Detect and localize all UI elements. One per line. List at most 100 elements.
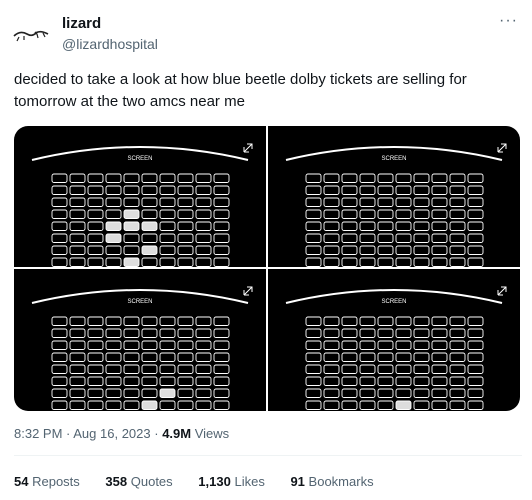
seat-sold [123, 209, 140, 219]
seat-available [141, 352, 158, 362]
avatar[interactable] [10, 14, 52, 56]
seat-sold [141, 245, 158, 255]
seat-available [359, 364, 376, 374]
seat-available [341, 257, 358, 267]
seat-available [123, 364, 140, 374]
seat-available [341, 352, 358, 362]
seat-available [141, 233, 158, 243]
seat-available [213, 197, 230, 207]
reposts-link[interactable]: 54 Reposts [14, 474, 80, 489]
seat-available [305, 376, 322, 386]
bookmarks-label: Bookmarks [308, 474, 374, 489]
seat-available [449, 233, 466, 243]
seat-available [467, 364, 484, 374]
seat-available [105, 316, 122, 326]
likes-label: Likes [234, 474, 265, 489]
seat-available [105, 185, 122, 195]
seat-available [87, 221, 104, 231]
seat-available [305, 352, 322, 362]
seat-available [195, 376, 212, 386]
quotes-link[interactable]: 358 Quotes [105, 474, 172, 489]
seat-available [159, 221, 176, 231]
seat-available [177, 388, 194, 398]
seat-available [395, 209, 412, 219]
seat-map-image-4[interactable]: SCREEN [268, 269, 520, 411]
seat-available [105, 257, 122, 267]
seat-available [87, 388, 104, 398]
seat-available [105, 400, 122, 410]
seat-available [69, 209, 86, 219]
seat-available [87, 376, 104, 386]
seat-available [431, 316, 448, 326]
seat-available [431, 388, 448, 398]
seat-available [413, 185, 430, 195]
seat-available [413, 340, 430, 350]
seat-available [377, 257, 394, 267]
seat-available [467, 221, 484, 231]
seat-available [213, 400, 230, 410]
bookmarks-count: 91 [290, 474, 305, 489]
seat-available [323, 328, 340, 338]
seat-available [195, 257, 212, 267]
seat-available [413, 173, 430, 183]
seat-available [413, 376, 430, 386]
seat-available [467, 233, 484, 243]
tweet-date[interactable]: Aug 16, 2023 [73, 426, 150, 441]
seat-available [141, 328, 158, 338]
seat-available [377, 316, 394, 326]
seat-available [377, 340, 394, 350]
expand-icon [243, 143, 253, 153]
seat-available [159, 173, 176, 183]
seat-available [449, 400, 466, 410]
seat-available [159, 233, 176, 243]
seat-available [69, 400, 86, 410]
seat-available [341, 316, 358, 326]
seat-available [377, 376, 394, 386]
seat-available [413, 364, 430, 374]
seat-available [341, 376, 358, 386]
seat-available [69, 352, 86, 362]
seat-available [305, 257, 322, 267]
screen-label: SCREEN [127, 156, 152, 162]
views-label: Views [194, 426, 230, 441]
tweet-time[interactable]: 8:32 PM [14, 426, 62, 441]
seat-available [359, 197, 376, 207]
seat-available [177, 173, 194, 183]
seat-available [467, 328, 484, 338]
bookmarks-link[interactable]: 91 Bookmarks [290, 474, 373, 489]
seat-available [195, 197, 212, 207]
seat-available [177, 233, 194, 243]
seat-available [305, 173, 322, 183]
seat-available [87, 209, 104, 219]
seat-map-image-2[interactable]: SCREEN [268, 126, 520, 267]
seat-available [377, 173, 394, 183]
seat-available [323, 221, 340, 231]
lizard-avatar-icon [13, 30, 49, 42]
display-name[interactable]: lizard [62, 15, 101, 32]
seat-available [195, 400, 212, 410]
seat-available [51, 197, 68, 207]
seat-available [359, 376, 376, 386]
seat-available [87, 328, 104, 338]
seat-available [377, 400, 394, 410]
seat-available [467, 197, 484, 207]
seat-map-image-3[interactable]: SCREEN [14, 269, 266, 411]
seat-available [159, 328, 176, 338]
likes-link[interactable]: 1,130 Likes [198, 474, 265, 489]
seat-available [141, 316, 158, 326]
seat-available [413, 400, 430, 410]
seat-available [195, 340, 212, 350]
quotes-count: 358 [105, 474, 128, 489]
handle[interactable]: @lizardhospital [62, 36, 158, 52]
seat-map-image-1[interactable]: SCREEN [14, 126, 266, 267]
seat-available [341, 185, 358, 195]
seat-available [395, 316, 412, 326]
seat-available [323, 173, 340, 183]
seat-available [413, 233, 430, 243]
seat-available [395, 173, 412, 183]
more-icon[interactable]: ··· [499, 12, 518, 30]
seat-available [177, 364, 194, 374]
seat-available [305, 245, 322, 255]
seat-available [449, 316, 466, 326]
seat-available [123, 388, 140, 398]
